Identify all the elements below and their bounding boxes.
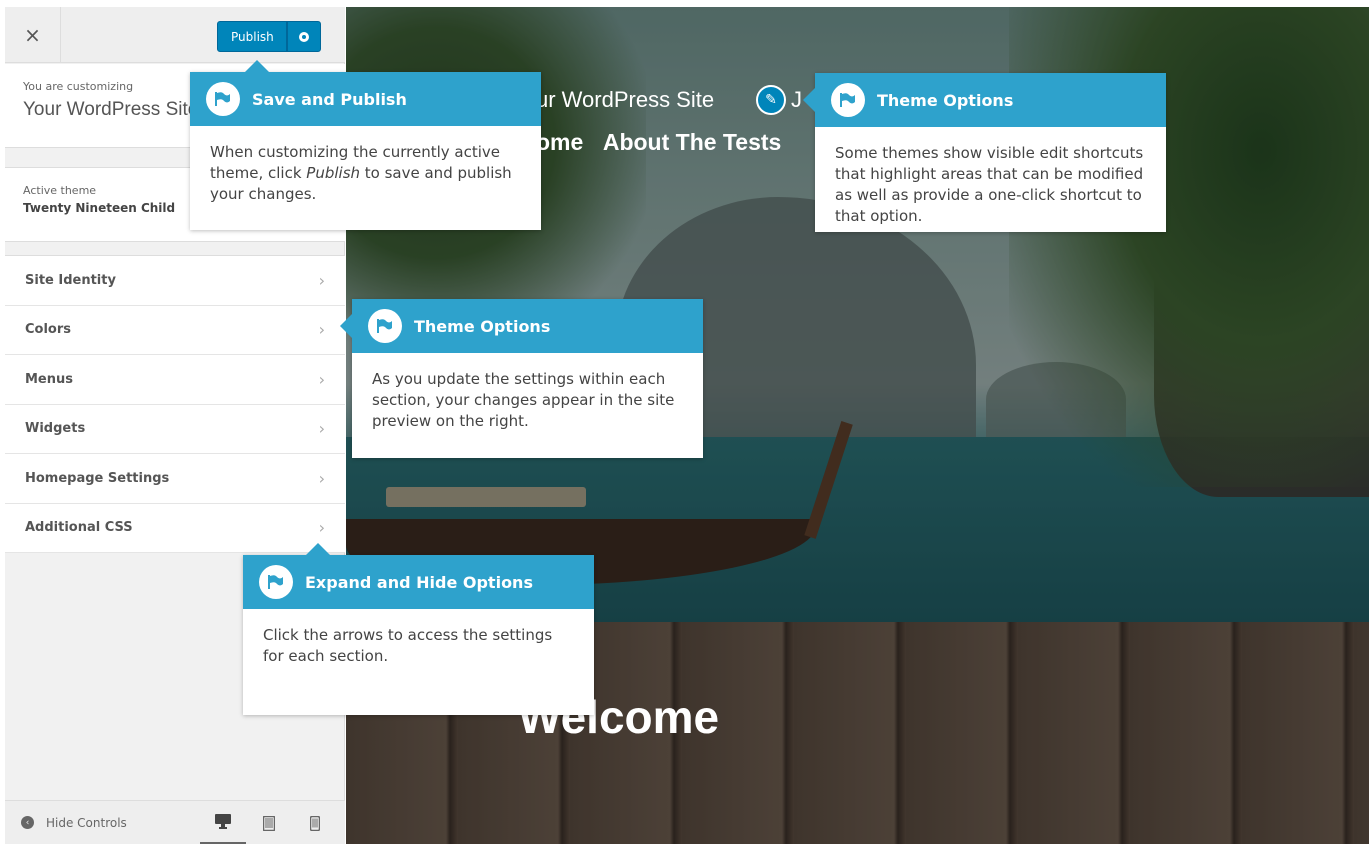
tooltip-body: As you update the settings within each s… <box>372 370 675 430</box>
section-label: Site Identity <box>25 272 116 288</box>
chevron-right-icon[interactable]: › <box>319 419 325 438</box>
section-label: Widgets <box>25 421 86 437</box>
tooltip-title: Theme Options <box>414 316 551 336</box>
mobile-icon[interactable] <box>292 801 338 844</box>
section-label: Homepage Settings <box>25 470 170 486</box>
chevron-right-icon[interactable]: › <box>319 271 325 290</box>
chevron-right-icon[interactable]: › <box>319 518 325 537</box>
section-label: Colors <box>25 322 72 338</box>
flag-icon <box>259 565 293 599</box>
tooltip-title: Expand and Hide Options <box>305 572 533 592</box>
chevron-right-icon[interactable]: › <box>319 320 325 339</box>
tooltip-pointer <box>803 88 815 112</box>
section-menus[interactable]: Menus › <box>5 355 345 405</box>
customizer-footer: ‹ Hide Controls <box>5 800 345 844</box>
section-homepage-settings[interactable]: Homepage Settings › <box>5 454 345 504</box>
tooltip-body: Some themes show visible edit shortcuts … <box>835 144 1144 225</box>
hide-controls-label: Hide Controls <box>46 815 127 830</box>
tooltip-pointer <box>340 314 352 338</box>
customizer-header: × Publish <box>5 7 345 63</box>
customizer-sections: Site Identity › Colors › Menus › Widgets… <box>5 255 345 553</box>
section-colors[interactable]: Colors › <box>5 306 345 355</box>
section-widgets[interactable]: Widgets › <box>5 405 345 454</box>
tablet-icon[interactable] <box>246 801 292 844</box>
tooltip-header: Theme Options <box>352 299 703 353</box>
tooltip-theme-options-sections: Theme Options As you update the settings… <box>340 299 703 458</box>
preview-nav: ome About The Tests <box>536 129 795 156</box>
gear-icon[interactable] <box>286 21 321 52</box>
tooltip-body-emphasis: Publish <box>306 164 361 182</box>
flag-icon <box>831 83 865 117</box>
preview-site-title[interactable]: ur WordPress Site <box>536 87 714 113</box>
collapse-icon: ‹ <box>21 816 34 829</box>
tooltip-header: Expand and Hide Options <box>243 555 594 609</box>
tooltip-pointer <box>306 543 330 555</box>
chevron-right-icon[interactable]: › <box>319 370 325 389</box>
tooltip-title: Save and Publish <box>252 89 407 109</box>
tooltip-body: When customizing the currently active th… <box>190 126 541 221</box>
tooltip-header: Save and Publish <box>190 72 541 126</box>
publish-group: Publish <box>217 21 321 52</box>
preview-nav-home[interactable]: ome <box>536 129 583 155</box>
tooltip-save-publish: Save and Publish When customizing the cu… <box>190 60 541 230</box>
preview-site-title-suffix: J <box>791 87 802 112</box>
flag-icon <box>368 309 402 343</box>
chevron-right-icon[interactable]: › <box>319 469 325 488</box>
close-icon[interactable]: × <box>5 7 61 63</box>
flag-icon <box>206 82 240 116</box>
tooltip-body: Click the arrows to access the settings … <box>263 626 553 665</box>
preview-nav-about[interactable]: About The Tests <box>603 129 781 155</box>
edit-shortcut-pencil-icon[interactable]: ✎ <box>756 85 786 115</box>
hide-controls-button[interactable]: ‹ Hide Controls <box>21 816 127 830</box>
section-label: Additional CSS <box>25 520 133 536</box>
section-label: Menus <box>25 371 74 387</box>
desktop-icon[interactable] <box>200 801 246 844</box>
section-additional-css[interactable]: Additional CSS › <box>5 504 345 553</box>
tooltip-expand-hide: Expand and Hide Options Click the arrows… <box>243 543 594 715</box>
publish-button[interactable]: Publish <box>217 21 287 52</box>
tooltip-header: Theme Options <box>815 73 1166 127</box>
tooltip-theme-options-edit-shortcuts: Theme Options Some themes show visible e… <box>803 73 1166 232</box>
section-site-identity[interactable]: Site Identity › <box>5 256 345 306</box>
device-switcher <box>200 801 338 844</box>
tooltip-pointer <box>245 60 269 72</box>
preview-site-title-text: ur WordPress Site <box>536 87 715 112</box>
tooltip-title: Theme Options <box>877 90 1014 110</box>
